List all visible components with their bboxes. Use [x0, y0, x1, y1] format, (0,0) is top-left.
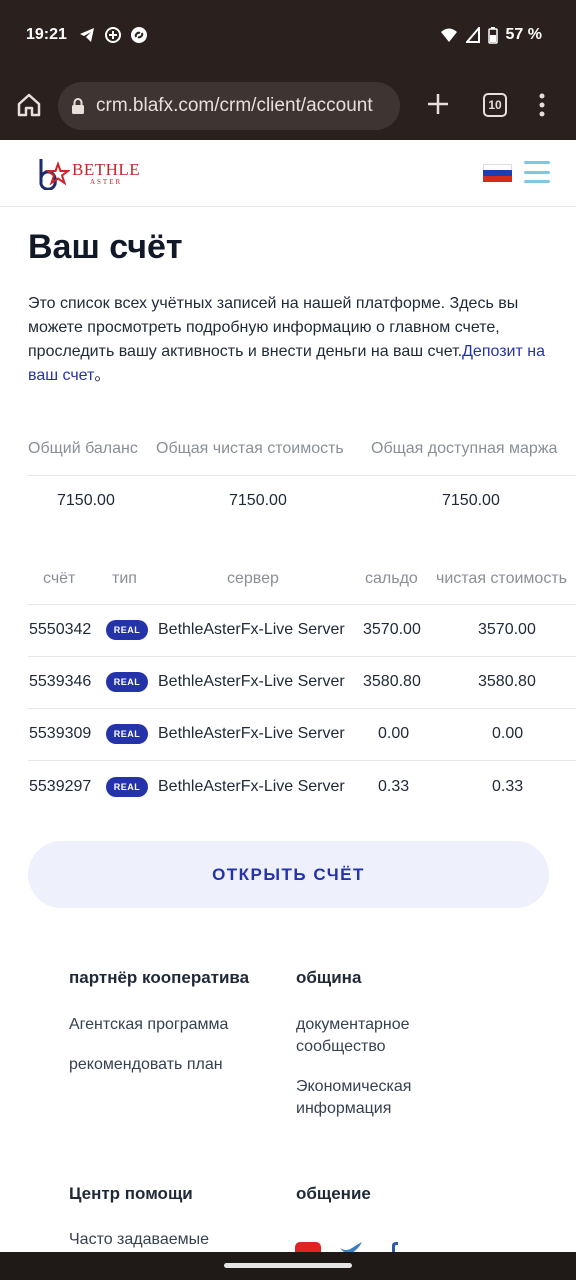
table-row-account[interactable]: 5539297 [29, 778, 91, 796]
table-row-equity: 3580.80 [478, 673, 536, 690]
footer-help-title: Центр помощи [69, 1184, 193, 1203]
footer-community-title: община [296, 968, 362, 987]
table-row-account[interactable]: 5539309 [29, 725, 91, 743]
status-time: 19:21 [26, 26, 67, 43]
intro-text: Это список всех учётных записей на нашей… [28, 292, 548, 388]
col-header-type: тип [112, 570, 137, 587]
table-row-equity: 0.00 [492, 725, 524, 742]
col-header-equity: чистая стоимость [436, 570, 567, 587]
type-badge: REAL [106, 724, 148, 744]
type-badge: REAL [106, 777, 148, 797]
col-header-account: счёт [43, 570, 76, 587]
open-account-button[interactable]: ОТКРЫТЬ СЧЁТ [28, 841, 549, 908]
summary-equity-value: 7150.00 [229, 492, 287, 509]
intro-end: 。 [94, 367, 111, 384]
hamburger-menu-icon[interactable] [524, 161, 550, 183]
battery-icon [487, 27, 498, 44]
language-flag-ru[interactable] [483, 164, 512, 182]
table-row-equity: 0.33 [492, 778, 524, 795]
table-row-balance: 3570.00 [363, 621, 421, 638]
table-row-account[interactable]: 5539346 [29, 673, 91, 691]
add-circle-icon [104, 26, 122, 44]
summary-balance-value: 7150.00 [57, 492, 115, 509]
summary-header-balance: Общий баланс [28, 440, 138, 457]
navigation-gesture-bar [0, 1252, 576, 1280]
summary-divider [28, 475, 576, 476]
signal-icon [465, 27, 480, 43]
table-row-equity: 3570.00 [478, 621, 536, 638]
summary-margin-value: 7150.00 [442, 492, 500, 509]
footer-link-referral-plan[interactable]: рекомендовать план [69, 1054, 223, 1076]
footer-link-faq[interactable]: Часто задаваемые [69, 1229, 209, 1251]
table-row-balance: 0.33 [378, 778, 410, 795]
plus-icon [428, 94, 448, 114]
home-gesture-handle[interactable] [224, 1263, 352, 1268]
url-text: crm.blafx.com/crm/client/account [96, 95, 373, 116]
table-divider [28, 656, 576, 657]
table-row-balance: 0.00 [378, 725, 410, 742]
table-divider [28, 708, 576, 709]
shazam-icon [130, 26, 148, 44]
table-divider [28, 604, 576, 605]
table-divider [28, 760, 576, 761]
col-header-balance: сальдо [365, 570, 418, 587]
col-header-server: сервер [227, 570, 279, 587]
more-vert-icon [539, 93, 545, 117]
battery-level: 57 % [505, 26, 542, 43]
site-header: BETHLE ASTER [0, 140, 576, 207]
table-row-account[interactable]: 5550342 [29, 621, 91, 639]
telegram-icon [78, 26, 96, 44]
intro-body: Это список всех учётных записей на нашей… [28, 295, 519, 360]
footer-link-agent-program[interactable]: Агентская программа [69, 1014, 228, 1036]
wifi-icon [440, 28, 457, 42]
system-status: 57 % [440, 26, 542, 44]
status-bar: 19:21 57 % [0, 0, 576, 70]
logo[interactable]: BETHLE ASTER [36, 156, 140, 190]
logo-name: BETHLE [72, 159, 141, 179]
address-bar[interactable]: crm.blafx.com/crm/client/account [58, 82, 400, 130]
table-row-server: BethleAsterFx-Live Server [158, 778, 345, 795]
summary-header-equity: Общая чистая стоимость [156, 440, 344, 457]
logo-mark-icon [39, 159, 70, 190]
home-button[interactable] [14, 90, 44, 120]
footer-social-title: общение [296, 1184, 371, 1203]
summary-header-margin: Общая доступная маржа [371, 440, 558, 457]
home-icon [17, 93, 41, 117]
tab-switcher-button[interactable]: 10 [483, 93, 507, 117]
footer-link-economic-info[interactable]: Экономическая информация [296, 1076, 446, 1120]
logo-subtitle: ASTER [89, 177, 123, 186]
table-row-server: BethleAsterFx-Live Server [158, 725, 345, 742]
page-title: Ваш счёт [28, 228, 183, 266]
browser-menu-button[interactable] [532, 90, 552, 120]
table-row-balance: 3580.80 [363, 673, 421, 690]
notification-icons [78, 26, 148, 44]
new-tab-button[interactable] [424, 90, 452, 118]
type-badge: REAL [106, 672, 148, 692]
summary-header: Общий баланс Общая чистая стоимость Обща… [28, 440, 576, 458]
footer-partner-title: партнёр кооператива [69, 968, 250, 987]
table-row-server: BethleAsterFx-Live Server [158, 673, 345, 690]
footer-link-documents[interactable]: документарное сообщество [296, 1014, 446, 1058]
table-row-server: BethleAsterFx-Live Server [158, 621, 345, 638]
lock-icon [72, 98, 84, 114]
type-badge: REAL [106, 620, 148, 640]
browser-toolbar: crm.blafx.com/crm/client/account 10 [0, 70, 576, 140]
